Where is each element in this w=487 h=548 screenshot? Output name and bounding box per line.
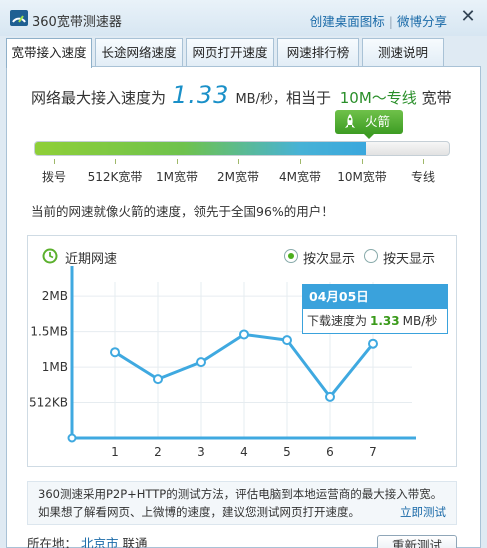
- title-links: 创建桌面图标 | 微博分享: [309, 14, 447, 29]
- x-tick-label: 7: [369, 445, 377, 459]
- info-line-1: 360测速采用P2P+HTTP的测试方法，评估电脑到本地运营商的最大接入带宽。: [38, 487, 443, 501]
- scale-tick: [423, 159, 424, 164]
- tooltip-body: 下载速度为 1.33 MB/秒: [303, 309, 447, 333]
- app-logo-icon: [10, 10, 28, 26]
- tooltip-label: 下载速度为: [307, 314, 368, 328]
- speed-unit: MB/秒，: [235, 92, 286, 107]
- level-badge: 火箭: [335, 110, 403, 139]
- y-tick-label: 1MB: [42, 360, 68, 374]
- info-box: 360测速采用P2P+HTTP的测试方法，评估电脑到本地运营商的最大接入带宽。 …: [27, 481, 457, 525]
- create-shortcut-link[interactable]: 创建桌面图标: [310, 14, 385, 29]
- scale-tick: [177, 159, 178, 164]
- scale-label: 10M宽带: [337, 170, 387, 184]
- main-panel: 网络最大接入速度为 1.33 MB/秒，相当于 10M～专线 宽带 火箭 拨号 512…: [6, 66, 481, 548]
- scale-tick: [54, 159, 55, 164]
- y-tick-label: 512KB: [29, 396, 68, 410]
- x-tick-label: 6: [326, 445, 334, 459]
- headline-prefix: 网络最大接入速度为: [31, 89, 167, 107]
- location-isp: 联通: [122, 536, 148, 548]
- scale-label: 4M宽带: [279, 170, 321, 184]
- scale-label: 512K宽带: [87, 170, 143, 184]
- tooltip-date: 04月05日: [303, 285, 447, 309]
- chart-tooltip: 04月05日 下载速度为 1.33 MB/秒: [302, 284, 448, 334]
- tab-long-distance-speed[interactable]: 长途网络速度: [95, 38, 183, 66]
- chart-title: 近期网速: [65, 252, 118, 267]
- close-button[interactable]: ✕: [459, 8, 477, 26]
- location-row: 所在地： 北京市 联通: [27, 533, 148, 548]
- tooltip-value: 1.33: [370, 314, 400, 328]
- tooltip-unit: MB/秒: [402, 314, 438, 328]
- scale-label: 1M宽带: [156, 170, 198, 184]
- scale-tick: [300, 159, 301, 164]
- data-point: [282, 335, 292, 346]
- scale-tick: [362, 159, 363, 164]
- y-tick-label: 2MB: [42, 289, 68, 303]
- equiv-level: 10M～专线: [339, 89, 417, 107]
- headline-suffix: 宽带: [421, 89, 452, 107]
- scale-tick: [238, 159, 239, 164]
- chart-canvas: 512KB 1MB 1.5MB 2MB 1 2 3 4 5 6 7: [29, 266, 416, 459]
- app-title: 360宽带测速器: [32, 15, 122, 30]
- x-tick-label: 1: [111, 445, 119, 459]
- scale-tick: [115, 159, 116, 164]
- origin-point: [67, 433, 77, 443]
- title-bar: 360宽带测速器 创建桌面图标 | 微博分享 ✕: [0, 0, 487, 36]
- scale-label: 专线: [410, 170, 436, 184]
- data-point: [239, 329, 249, 340]
- speed-scale-fill: [35, 142, 367, 155]
- tab-speed-ranking[interactable]: 网速排行榜: [277, 38, 359, 66]
- info-line-2: 如果想了解看网页、上微博的速度，建议您测试网页打开速度。: [38, 505, 360, 519]
- speed-scale-bar: [34, 141, 450, 156]
- retest-button[interactable]: 重新测试: [377, 535, 457, 548]
- scale-label: 拨号: [41, 170, 67, 184]
- speed-value: 1.33: [172, 81, 230, 109]
- radio-by-count[interactable]: [284, 249, 298, 263]
- location-city[interactable]: 北京市: [81, 536, 119, 548]
- info-line-2-row: 如果想了解看网页、上微博的速度，建议您测试网页打开速度。 立即测试: [38, 503, 446, 521]
- data-point: [368, 338, 378, 349]
- weibo-share-link[interactable]: 微博分享: [397, 14, 447, 29]
- radio-by-count-label[interactable]: 按次显示: [303, 248, 355, 267]
- tab-bar: 宽带接入速度 长途网络速度 网页打开速度 网速排行榜 测速说明: [6, 38, 481, 68]
- data-point: [196, 357, 206, 368]
- tab-access-speed[interactable]: 宽带接入速度: [6, 38, 92, 68]
- tab-webpage-speed[interactable]: 网页打开速度: [186, 38, 274, 66]
- radio-by-day-label[interactable]: 按天显示: [383, 248, 435, 267]
- clock-icon: [42, 248, 58, 264]
- compare-text: 当前的网速就像火箭的速度，领先于全国96%的用户！: [31, 204, 334, 219]
- x-tick-label: 5: [283, 445, 291, 459]
- tab-help[interactable]: 测速说明: [362, 38, 444, 66]
- level-badge-label: 火箭: [365, 114, 391, 129]
- scale-label: 2M宽带: [217, 170, 259, 184]
- equiv-prefix: 相当于: [285, 89, 331, 107]
- test-now-link[interactable]: 立即测试: [400, 503, 446, 521]
- recent-speed-chart: 512KB 1MB 1.5MB 2MB 1 2 3 4 5 6 7 近期网速 按次显示 按天显示 0…: [27, 235, 457, 467]
- data-point: [110, 347, 120, 358]
- radio-by-day[interactable]: [364, 249, 378, 263]
- x-tick-label: 3: [197, 445, 205, 459]
- speed-headline: 网络最大接入速度为 1.33 MB/秒，相当于 10M～专线 宽带: [31, 81, 452, 109]
- data-point: [153, 374, 163, 385]
- x-tick-label: 4: [240, 445, 248, 459]
- location-label: 所在地：: [27, 536, 78, 548]
- y-tick-label: 1.5MB: [30, 325, 68, 339]
- data-point: [325, 391, 335, 402]
- x-tick-label: 2: [154, 445, 162, 459]
- rocket-icon: [345, 114, 355, 128]
